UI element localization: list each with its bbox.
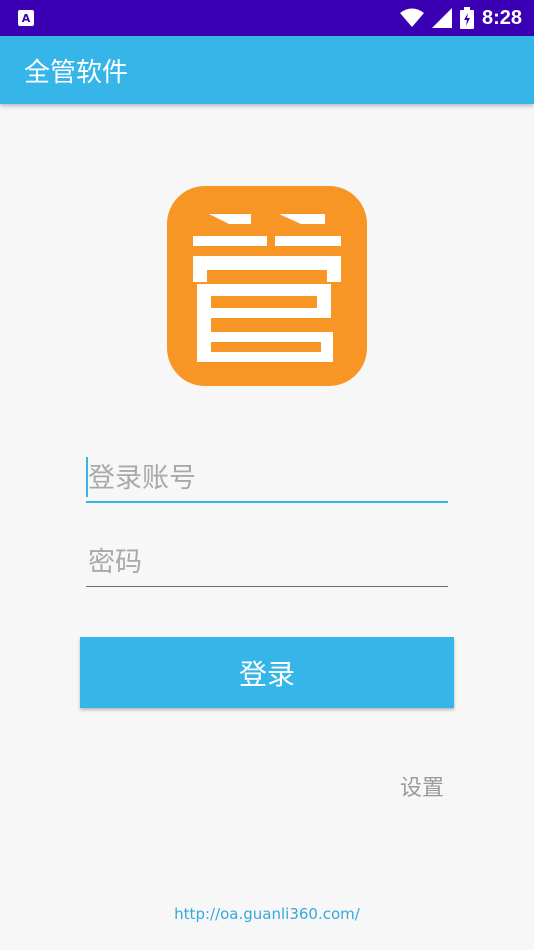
footer-url-link[interactable]: http://oa.guanli360.com/ — [0, 902, 534, 926]
app-notification-icon: A — [18, 10, 34, 26]
status-time: 8:28 — [481, 6, 522, 29]
status-left: A — [18, 10, 34, 26]
password-input[interactable] — [86, 539, 448, 587]
app-title: 全管软件 — [24, 57, 129, 88]
wifi-icon — [399, 8, 424, 27]
app-logo — [167, 186, 367, 386]
status-right: 8:28 — [399, 6, 522, 30]
app-bar: 全管软件 — [0, 36, 534, 104]
status-bar: A 8:28 — [0, 0, 534, 36]
settings-link[interactable]: 设置 — [400, 772, 460, 806]
text-caret — [86, 457, 88, 497]
logo-glyph-icon — [193, 214, 341, 362]
battery-icon — [459, 7, 474, 29]
signal-icon — [431, 8, 452, 28]
login-button[interactable]: 登录 — [80, 637, 454, 708]
account-input[interactable] — [86, 455, 448, 503]
